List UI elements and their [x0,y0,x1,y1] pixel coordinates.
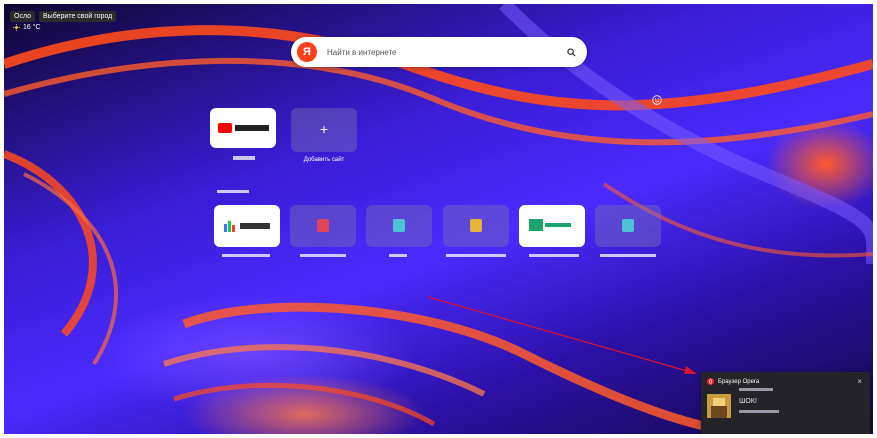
close-icon[interactable]: × [857,377,862,386]
notification-message: ШОК! [739,398,757,405]
browser-notification[interactable]: Браузер Opera × ШОК! [701,372,870,434]
new-tab-page: Осло Выберите свой город 16 °C Я Найти в… [0,0,877,438]
notification-title-redacted [739,388,773,391]
notification-body-redacted [739,410,779,413]
annotation-arrow [427,296,697,374]
notification-avatar [707,394,731,418]
notification-source-label: Браузер Opera [718,378,760,385]
opera-icon [707,378,714,385]
notification-source: Браузер Opera [707,378,759,385]
